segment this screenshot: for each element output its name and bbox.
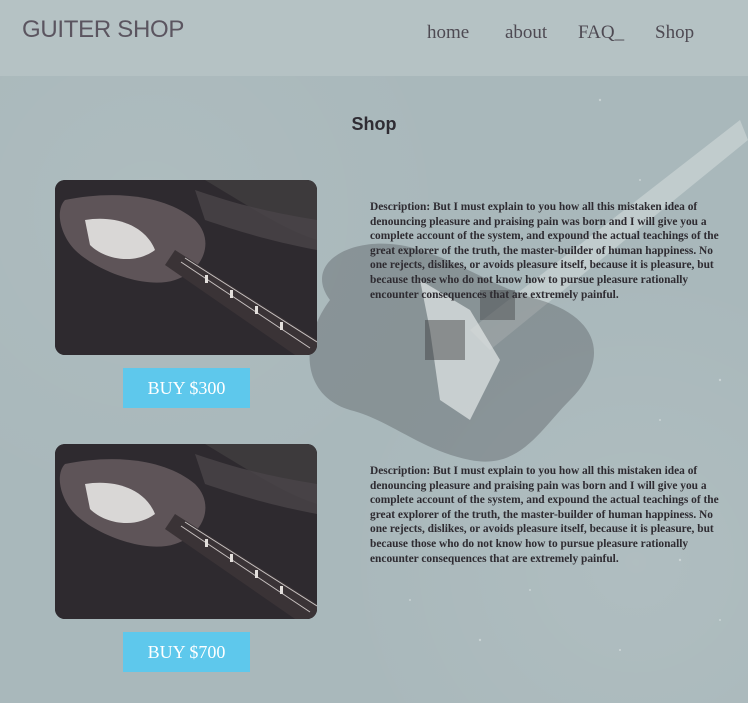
guitar-photo [55, 444, 317, 619]
site-header: GUITER SHOP home about FAQ_ Shop [0, 0, 748, 76]
nav-home-link[interactable]: home [427, 22, 469, 44]
nav-shop-link[interactable]: Shop [655, 22, 694, 44]
page-title: Shop [351, 114, 397, 134]
guitar-photo [55, 180, 317, 355]
buy-button-1[interactable]: BUY $300 [123, 368, 250, 408]
buy-button-2[interactable]: BUY $700 [123, 632, 250, 672]
main-nav: home about FAQ_ Shop [0, 22, 748, 46]
product-image-2 [55, 444, 317, 619]
nav-about-link[interactable]: about [505, 22, 547, 44]
product-image-1 [55, 180, 317, 355]
product-description-1: Description: But I must explain to you h… [370, 201, 719, 301]
nav-faq-link[interactable]: FAQ_ [578, 22, 624, 44]
product-description-2: Description: But I must explain to you h… [370, 465, 719, 565]
